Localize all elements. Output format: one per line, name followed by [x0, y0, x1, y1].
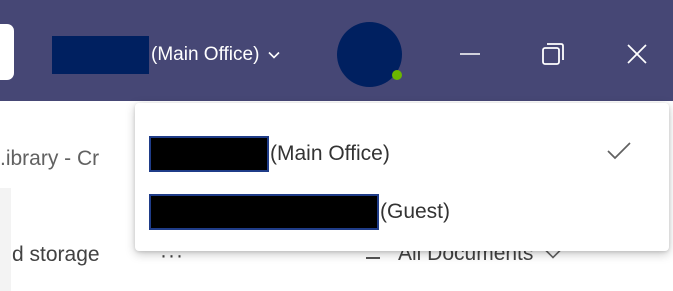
- redacted-tenant-name: [52, 36, 149, 74]
- minimize-icon: [460, 53, 480, 55]
- redacted-account-name: [149, 136, 269, 172]
- close-icon: [627, 44, 647, 64]
- storage-label[interactable]: d storage: [12, 243, 100, 267]
- title-bar: (Main Office): [0, 0, 673, 101]
- account-label: (Main Office): [270, 142, 390, 165]
- close-button[interactable]: [617, 34, 657, 74]
- command-bar-edge: [0, 188, 11, 291]
- account-item-main-office[interactable]: (Main Office): [135, 127, 669, 181]
- tenant-switcher-button[interactable]: (Main Office): [52, 36, 280, 74]
- account-switcher-menu: (Main Office) (Guest): [135, 103, 669, 251]
- chevron-down-icon: [268, 51, 280, 59]
- check-icon: [606, 141, 632, 166]
- minimize-button[interactable]: [450, 34, 490, 74]
- redacted-account-name: [149, 194, 379, 230]
- restore-icon: [542, 43, 564, 65]
- restore-button[interactable]: [533, 34, 573, 74]
- presence-status-icon: [392, 70, 402, 80]
- tenant-label: (Main Office): [151, 44, 260, 65]
- account-item-guest[interactable]: (Guest): [135, 185, 669, 239]
- account-label: (Guest): [380, 200, 451, 223]
- search-box-edge[interactable]: [0, 24, 14, 80]
- library-breadcrumb[interactable]: .ibrary - Cr: [0, 147, 148, 171]
